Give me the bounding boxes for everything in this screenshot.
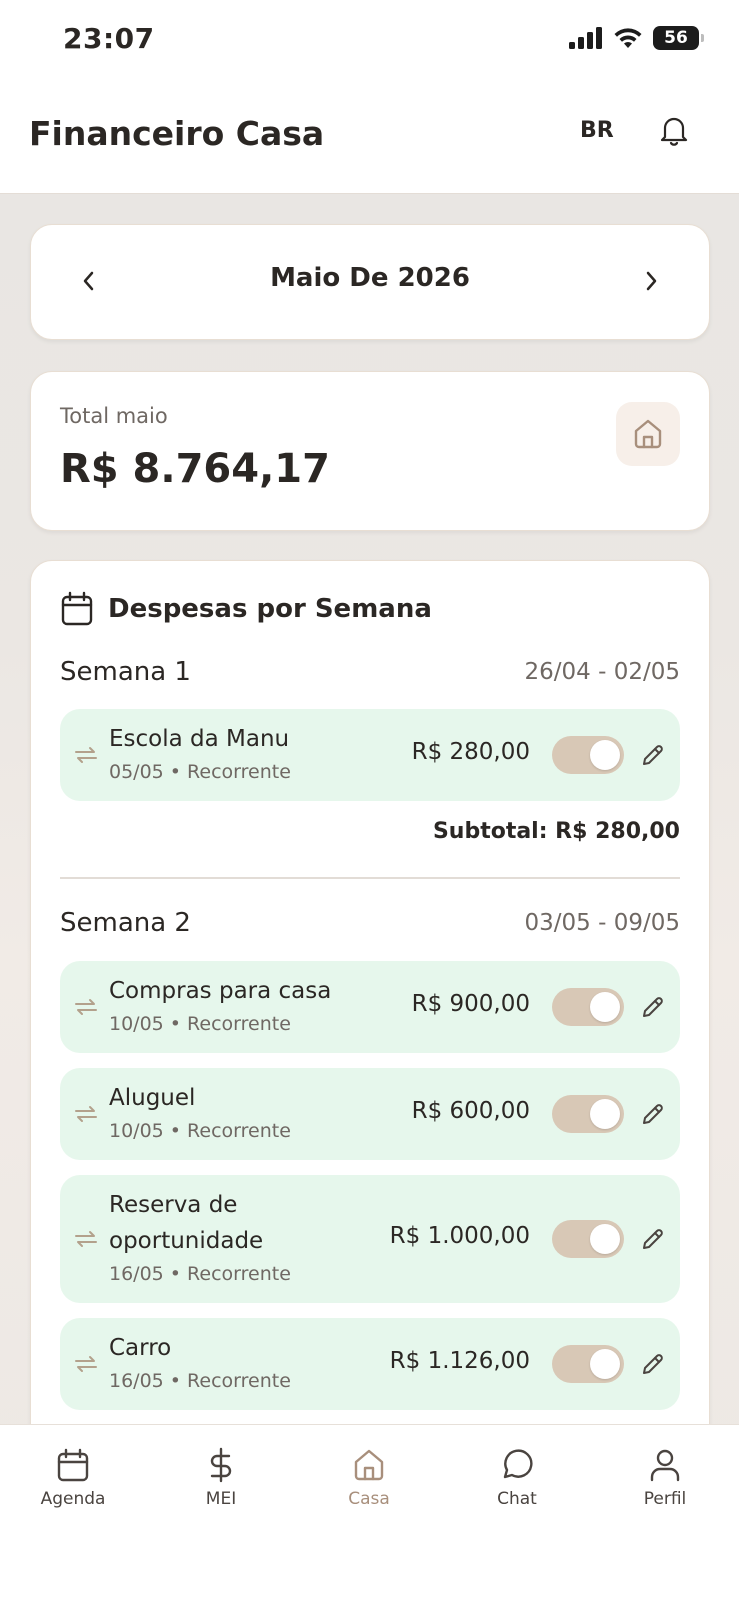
toggle-knob bbox=[590, 1349, 620, 1379]
nav-item-perfil[interactable]: Perfil bbox=[605, 1447, 725, 1509]
weekly-expenses-title: Despesas por Semana bbox=[108, 594, 432, 624]
toggle-knob bbox=[590, 1224, 620, 1254]
signal-icon bbox=[569, 27, 602, 49]
expense-item[interactable]: Carro 16/05 • Recorrente R$ 1.126,00 bbox=[60, 1318, 680, 1410]
nav-label-agenda: Agenda bbox=[40, 1489, 106, 1509]
language-button[interactable]: BR bbox=[580, 118, 614, 143]
dollar-icon bbox=[210, 1447, 232, 1483]
expense-meta: 10/05 • Recorrente bbox=[109, 1013, 291, 1035]
week-1-subtotal: Subtotal: R$ 280,00 bbox=[432, 819, 680, 844]
repeat-icon bbox=[75, 1106, 97, 1122]
page-title: Financeiro Casa bbox=[29, 114, 325, 153]
edit-expense-button[interactable] bbox=[640, 1101, 666, 1127]
battery-icon: 56 bbox=[653, 26, 704, 50]
nav-label-casa: Casa bbox=[348, 1489, 390, 1509]
bottom-nav: Agenda MEI Casa Chat Perfil bbox=[0, 1424, 739, 1600]
nav-item-chat[interactable]: Chat bbox=[457, 1447, 577, 1509]
expense-name-line-2: oportunidade bbox=[109, 1228, 264, 1254]
edit-expense-button[interactable] bbox=[640, 1351, 666, 1377]
status-icons: 56 bbox=[569, 26, 704, 50]
expense-toggle[interactable] bbox=[552, 1095, 624, 1133]
status-bar: 23:07 56 bbox=[0, 0, 739, 82]
month-label: Maio De 2026 bbox=[270, 263, 470, 293]
expense-meta: 05/05 • Recorrente bbox=[109, 761, 291, 783]
nav-label-chat: Chat bbox=[497, 1489, 537, 1509]
month-selector: Maio De 2026 bbox=[30, 224, 710, 340]
repeat-icon bbox=[75, 1231, 97, 1247]
nav-item-mei[interactable]: MEI bbox=[161, 1447, 281, 1509]
nav-item-casa[interactable]: Casa bbox=[309, 1447, 429, 1509]
total-value: R$ 8.764,17 bbox=[60, 446, 330, 492]
pencil-icon bbox=[643, 1104, 663, 1124]
total-label: Total maio bbox=[60, 404, 168, 428]
week-2-range: 03/05 - 09/05 bbox=[524, 910, 681, 936]
edit-expense-button[interactable] bbox=[640, 1226, 666, 1252]
expense-meta: 16/05 • Recorrente bbox=[109, 1263, 291, 1285]
pencil-icon bbox=[643, 997, 663, 1017]
chevron-right-icon bbox=[646, 271, 657, 291]
next-month-button[interactable] bbox=[633, 263, 669, 299]
expense-item[interactable]: Reserva de oportunidade 16/05 • Recorren… bbox=[60, 1175, 680, 1303]
calendar-icon bbox=[61, 591, 93, 626]
nav-label-perfil: Perfil bbox=[643, 1489, 687, 1509]
expense-amount: R$ 1.000,00 bbox=[389, 1223, 530, 1249]
toggle-knob bbox=[590, 992, 620, 1022]
home-icon bbox=[354, 1449, 384, 1481]
repeat-icon bbox=[75, 1356, 97, 1372]
edit-expense-button[interactable] bbox=[640, 994, 666, 1020]
expense-amount: R$ 1.126,00 bbox=[389, 1348, 530, 1374]
week-divider bbox=[60, 877, 680, 879]
nav-label-mei: MEI bbox=[205, 1489, 237, 1509]
expense-name: Aluguel bbox=[109, 1085, 196, 1111]
edit-expense-button[interactable] bbox=[640, 742, 666, 768]
notifications-button[interactable] bbox=[656, 114, 692, 150]
weekly-expenses-card: Despesas por Semana Semana 1 26/04 - 02/… bbox=[30, 560, 710, 1440]
expense-toggle[interactable] bbox=[552, 1220, 624, 1258]
expense-amount: R$ 280,00 bbox=[411, 739, 530, 765]
expense-toggle[interactable] bbox=[552, 988, 624, 1026]
expense-name: Carro bbox=[109, 1335, 172, 1361]
expense-item[interactable]: Escola da Manu 05/05 • Recorrente R$ 280… bbox=[60, 709, 680, 801]
expense-amount: R$ 600,00 bbox=[411, 1098, 530, 1124]
chat-bubble-icon bbox=[503, 1449, 533, 1479]
battery-level: 56 bbox=[664, 28, 688, 48]
expense-item[interactable]: Compras para casa 10/05 • Recorrente R$ … bbox=[60, 961, 680, 1053]
expense-meta: 10/05 • Recorrente bbox=[109, 1120, 291, 1142]
expense-meta: 16/05 • Recorrente bbox=[109, 1370, 291, 1392]
pencil-icon bbox=[643, 745, 663, 765]
wifi-icon bbox=[614, 28, 642, 48]
expense-item[interactable]: Aluguel 10/05 • Recorrente R$ 600,00 bbox=[60, 1068, 680, 1160]
pencil-icon bbox=[643, 1229, 663, 1249]
repeat-icon bbox=[75, 747, 97, 763]
week-1-title: Semana 1 bbox=[60, 657, 191, 687]
week-2-title: Semana 2 bbox=[60, 908, 191, 938]
total-home-badge bbox=[616, 402, 680, 466]
bell-icon bbox=[660, 117, 688, 146]
week-1-range: 26/04 - 02/05 bbox=[524, 659, 681, 685]
expense-amount: R$ 900,00 bbox=[411, 991, 530, 1017]
user-icon bbox=[650, 1449, 680, 1482]
expense-toggle[interactable] bbox=[552, 1345, 624, 1383]
home-icon bbox=[634, 419, 662, 449]
toggle-knob bbox=[590, 740, 620, 770]
status-time: 23:07 bbox=[63, 22, 155, 55]
pencil-icon bbox=[643, 1354, 663, 1374]
toggle-knob bbox=[590, 1099, 620, 1129]
expense-name-line-1: Reserva de bbox=[109, 1192, 238, 1218]
repeat-icon bbox=[75, 999, 97, 1015]
nav-item-agenda[interactable]: Agenda bbox=[13, 1447, 133, 1509]
expense-name: Escola da Manu bbox=[109, 726, 290, 752]
expense-name: Compras para casa bbox=[109, 978, 332, 1004]
expense-toggle[interactable] bbox=[552, 736, 624, 774]
total-card: Total maio R$ 8.764,17 bbox=[30, 371, 710, 531]
app-header: Financeiro Casa BR bbox=[0, 82, 739, 194]
calendar-icon bbox=[57, 1448, 89, 1482]
weekly-expenses-header: Despesas por Semana bbox=[60, 591, 432, 627]
